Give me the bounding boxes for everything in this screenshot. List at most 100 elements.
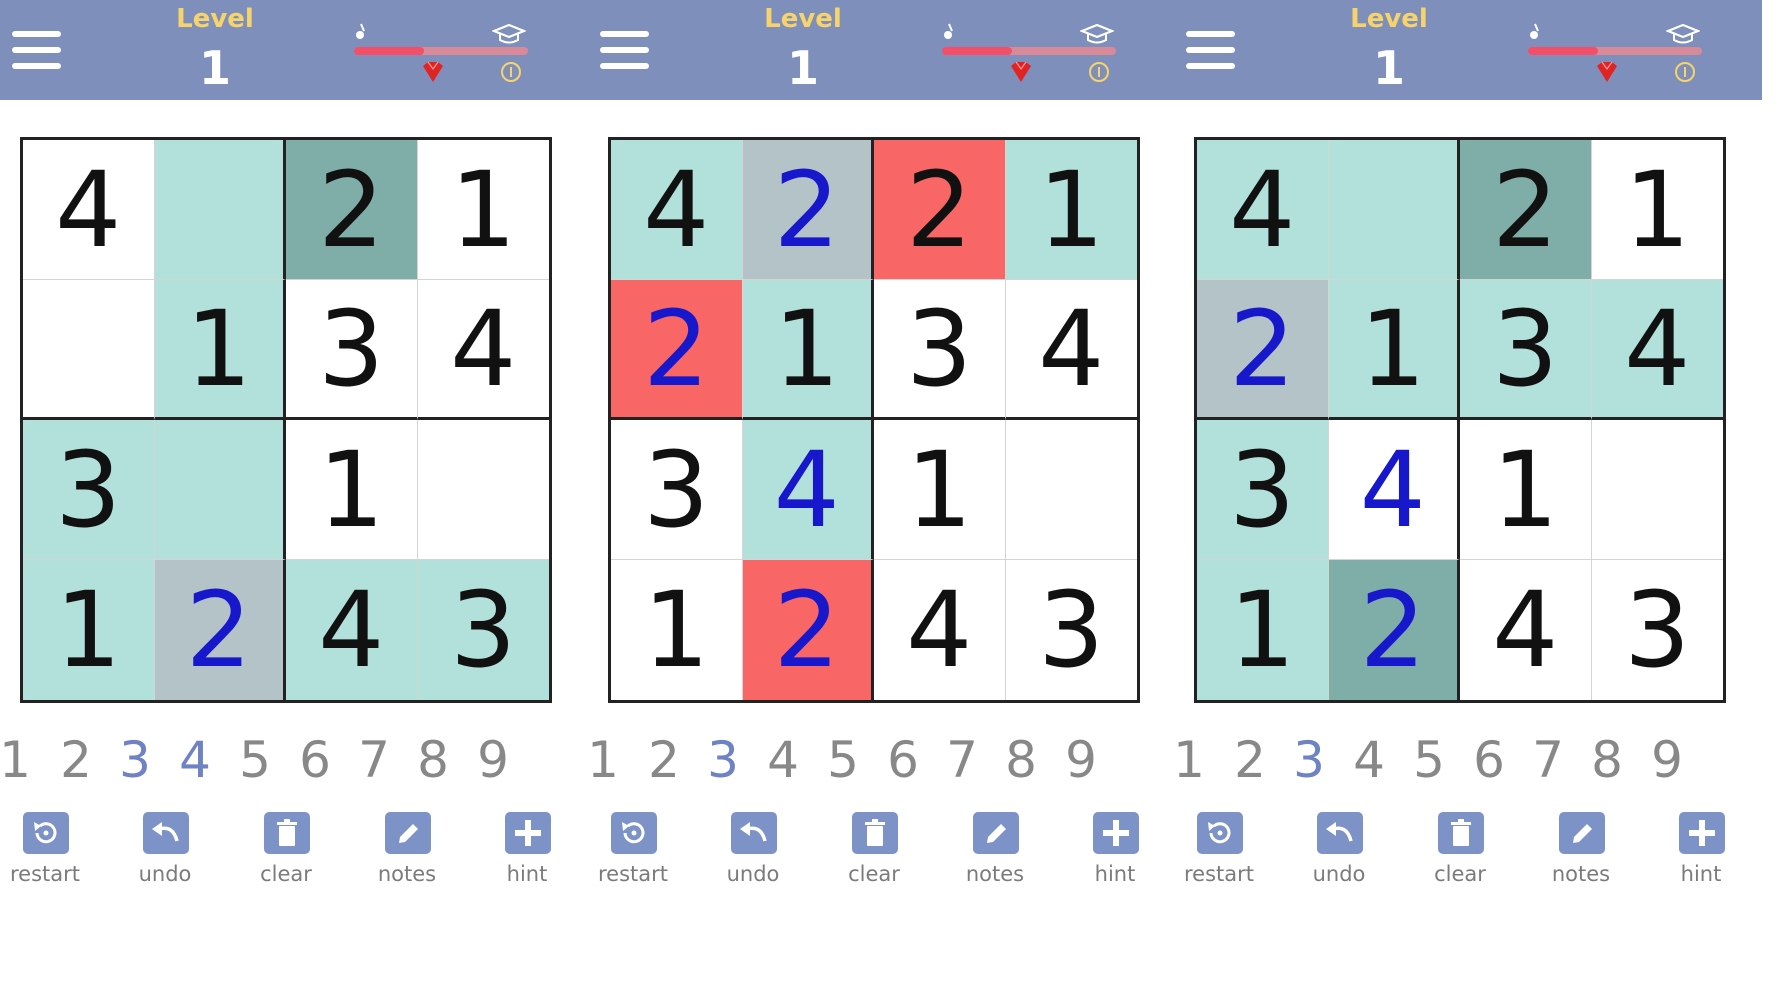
grid-cell-r2c1[interactable] <box>23 280 155 420</box>
number-button-2[interactable]: 2 <box>1225 730 1275 790</box>
number-button-6[interactable]: 6 <box>878 730 928 790</box>
number-button-6[interactable]: 6 <box>1464 730 1514 790</box>
coin-icon <box>1675 62 1695 82</box>
undo-button[interactable]: undo <box>115 810 215 900</box>
grid-cell-r1c3[interactable]: 2 <box>874 140 1006 280</box>
grid-cell-r3c2[interactable]: 4 <box>1328 420 1460 560</box>
grid-cell-r1c2[interactable] <box>1328 140 1460 280</box>
grid-cell-r2c3[interactable]: 3 <box>286 280 418 420</box>
grid-cell-r4c4[interactable]: 3 <box>1591 560 1723 700</box>
grid-cell-r1c3[interactable]: 2 <box>286 140 418 280</box>
number-button-2[interactable]: 2 <box>51 730 101 790</box>
grid-cell-r2c2[interactable]: 1 <box>742 280 874 420</box>
undo-button[interactable]: undo <box>1289 810 1389 900</box>
grid-cell-r4c1[interactable]: 1 <box>611 560 743 700</box>
restart-button[interactable]: restart <box>583 810 683 900</box>
number-button-1[interactable]: 1 <box>0 730 40 790</box>
number-button-3[interactable]: 3 <box>110 730 160 790</box>
grid-cell-r3c4[interactable] <box>417 420 549 560</box>
number-button-1[interactable]: 1 <box>1164 730 1214 790</box>
grid-cell-r4c1[interactable]: 1 <box>1197 560 1329 700</box>
notes-button[interactable]: notes <box>945 810 1045 900</box>
clear-button[interactable]: clear <box>236 810 336 900</box>
number-button-7[interactable]: 7 <box>349 730 399 790</box>
grid-cell-r1c1[interactable]: 4 <box>1197 140 1329 280</box>
grid-cell-r2c2[interactable]: 1 <box>1328 280 1460 420</box>
hint-button[interactable]: hint <box>1065 810 1165 900</box>
hint-button[interactable]: hint <box>477 810 577 900</box>
grid-cell-r4c2[interactable]: 2 <box>1328 560 1460 700</box>
menu-icon[interactable] <box>12 31 61 69</box>
grid-cell-r4c1[interactable]: 1 <box>23 560 155 700</box>
sudoku-grid: 42121343411243 <box>1194 137 1726 703</box>
menu-icon[interactable] <box>1186 31 1235 69</box>
number-button-5[interactable]: 5 <box>1404 730 1454 790</box>
number-button-4[interactable]: 4 <box>170 730 220 790</box>
menu-icon[interactable] <box>600 31 649 69</box>
grid-cell-r4c4[interactable]: 3 <box>1005 560 1137 700</box>
number-button-1[interactable]: 1 <box>578 730 628 790</box>
grid-cell-r1c1[interactable]: 4 <box>23 140 155 280</box>
number-button-3[interactable]: 3 <box>1284 730 1334 790</box>
clear-button[interactable]: clear <box>1410 810 1510 900</box>
grid-cell-r2c4[interactable]: 4 <box>1591 280 1723 420</box>
number-button-8[interactable]: 8 <box>408 730 458 790</box>
grid-cell-r3c3[interactable]: 1 <box>874 420 1006 560</box>
grid-cell-r3c1[interactable]: 3 <box>1197 420 1329 560</box>
number-button-8[interactable]: 8 <box>996 730 1046 790</box>
grid-cell-r4c2[interactable]: 2 <box>154 560 286 700</box>
number-button-8[interactable]: 8 <box>1582 730 1632 790</box>
grid-cell-r3c4[interactable] <box>1591 420 1723 560</box>
grid-cell-r1c4[interactable]: 1 <box>1591 140 1723 280</box>
pencil-icon <box>973 812 1019 854</box>
number-button-2[interactable]: 2 <box>639 730 689 790</box>
grid-cell-r3c2[interactable] <box>154 420 286 560</box>
restart-button[interactable]: restart <box>1169 810 1269 900</box>
app-root: Level 1 4 2 1 1 3 4 3 1 1 2 4 3 1 2 3 4 5 6 7 8 9 restart undo cl… <box>0 0 1778 1000</box>
number-button-4[interactable]: 4 <box>758 730 808 790</box>
number-button-6[interactable]: 6 <box>290 730 340 790</box>
number-button-4[interactable]: 4 <box>1344 730 1394 790</box>
grid-cell-r3c2[interactable]: 4 <box>742 420 874 560</box>
trash-icon <box>264 812 310 854</box>
grid-cell-r2c4[interactable]: 4 <box>1005 280 1137 420</box>
grid-cell-r1c4[interactable]: 1 <box>417 140 549 280</box>
restart-button[interactable]: restart <box>0 810 95 900</box>
number-button-9[interactable]: 9 <box>1056 730 1106 790</box>
grid-cell-r4c3[interactable]: 4 <box>874 560 1006 700</box>
grid-cell-r2c4[interactable]: 4 <box>417 280 549 420</box>
grid-cell-r2c3[interactable]: 3 <box>1460 280 1592 420</box>
undo-button[interactable]: undo <box>703 810 803 900</box>
grid-cell-r2c3[interactable]: 3 <box>874 280 1006 420</box>
number-button-7[interactable]: 7 <box>1523 730 1573 790</box>
grid-cell-r2c1[interactable]: 2 <box>1197 280 1329 420</box>
notes-button[interactable]: notes <box>1531 810 1631 900</box>
grid-cell-r2c2[interactable]: 1 <box>154 280 286 420</box>
grid-cell-r1c2[interactable]: 2 <box>742 140 874 280</box>
clear-button[interactable]: clear <box>824 810 924 900</box>
grid-cell-r1c2[interactable] <box>154 140 286 280</box>
plus-icon <box>1093 812 1139 854</box>
grid-cell-r4c2[interactable]: 2 <box>742 560 874 700</box>
grid-cell-r1c3[interactable]: 2 <box>1460 140 1592 280</box>
grid-cell-r3c3[interactable]: 1 <box>1460 420 1592 560</box>
number-button-7[interactable]: 7 <box>937 730 987 790</box>
grid-cell-r3c4[interactable] <box>1005 420 1137 560</box>
grid-cell-r4c4[interactable]: 3 <box>417 560 549 700</box>
grid-cell-r3c1[interactable]: 3 <box>23 420 155 560</box>
number-button-5[interactable]: 5 <box>230 730 280 790</box>
number-button-9[interactable]: 9 <box>1642 730 1692 790</box>
grid-cell-r3c3[interactable]: 1 <box>286 420 418 560</box>
number-button-3[interactable]: 3 <box>698 730 748 790</box>
grid-cell-r4c3[interactable]: 4 <box>286 560 418 700</box>
number-button-9[interactable]: 9 <box>468 730 518 790</box>
notes-button[interactable]: notes <box>357 810 457 900</box>
grid-cell-r1c1[interactable]: 4 <box>611 140 743 280</box>
progress-fill <box>354 47 424 55</box>
hint-button[interactable]: hint <box>1651 810 1751 900</box>
number-button-5[interactable]: 5 <box>818 730 868 790</box>
grid-cell-r3c1[interactable]: 3 <box>611 420 743 560</box>
grid-cell-r1c4[interactable]: 1 <box>1005 140 1137 280</box>
grid-cell-r4c3[interactable]: 4 <box>1460 560 1592 700</box>
grid-cell-r2c1[interactable]: 2 <box>611 280 743 420</box>
